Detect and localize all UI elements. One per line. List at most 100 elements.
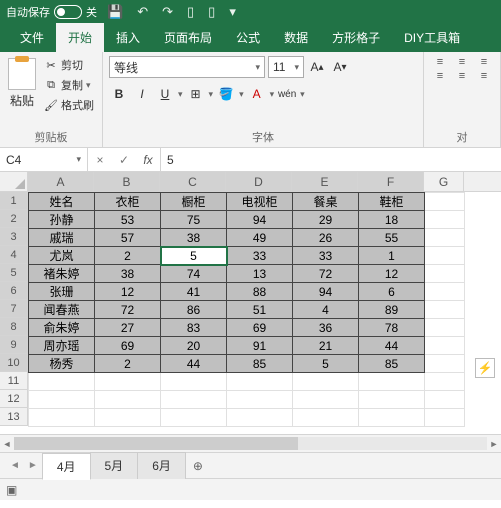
ribbon-tab[interactable]: 公式 xyxy=(224,23,272,52)
cell[interactable] xyxy=(425,355,465,373)
format-painter-button[interactable]: 🖌格式刷 xyxy=(42,96,96,114)
fill-color-button[interactable]: 🪣 xyxy=(216,84,236,104)
autosave-toggle[interactable]: 自动保存 关 xyxy=(6,4,97,20)
cell[interactable]: 69 xyxy=(227,319,293,337)
cell[interactable]: 18 xyxy=(359,211,425,229)
ribbon-tab[interactable]: DIY工具箱 xyxy=(392,23,472,52)
row-header[interactable]: 10 xyxy=(0,354,27,372)
cell[interactable]: 衣柜 xyxy=(95,193,161,211)
ribbon-tab[interactable]: 插入 xyxy=(104,23,152,52)
cell[interactable]: 36 xyxy=(293,319,359,337)
column-header[interactable]: A xyxy=(28,172,94,191)
cell[interactable]: 2 xyxy=(95,355,161,373)
align-middle-icon[interactable]: ≡ xyxy=(452,56,472,68)
cell[interactable] xyxy=(425,265,465,283)
cell[interactable]: 26 xyxy=(293,229,359,247)
cells-table[interactable]: 姓名衣柜橱柜电视柜餐桌鞋柜孙静5375942918戚瑞5738492655尤岚2… xyxy=(28,192,465,427)
increase-font-icon[interactable]: A▴ xyxy=(307,57,327,77)
cell[interactable]: 38 xyxy=(95,265,161,283)
cell[interactable]: 49 xyxy=(227,229,293,247)
cell[interactable] xyxy=(227,409,293,427)
cell[interactable] xyxy=(293,409,359,427)
align-bottom-icon[interactable]: ≡ xyxy=(474,56,494,68)
cell[interactable]: 44 xyxy=(161,355,227,373)
cell[interactable]: 55 xyxy=(359,229,425,247)
cell[interactable]: 44 xyxy=(359,337,425,355)
scroll-left-icon[interactable]: ◄ xyxy=(0,435,14,453)
row-header[interactable]: 5 xyxy=(0,264,27,282)
cell[interactable]: 4 xyxy=(293,301,359,319)
cell[interactable]: 橱柜 xyxy=(161,193,227,211)
bold-button[interactable]: B xyxy=(109,84,129,104)
sheet-tab[interactable]: 5月 xyxy=(90,452,139,479)
cell[interactable] xyxy=(29,391,95,409)
align-top-icon[interactable]: ≡ xyxy=(430,56,450,68)
cell[interactable]: 53 xyxy=(95,211,161,229)
cell[interactable]: 51 xyxy=(227,301,293,319)
cell[interactable]: 38 xyxy=(161,229,227,247)
row-header[interactable]: 2 xyxy=(0,210,27,228)
cell[interactable] xyxy=(293,391,359,409)
cell[interactable]: 91 xyxy=(227,337,293,355)
cell[interactable]: 33 xyxy=(227,247,293,265)
horizontal-scrollbar[interactable]: ◄ ► xyxy=(0,434,501,452)
cell[interactable] xyxy=(425,229,465,247)
cell[interactable] xyxy=(161,391,227,409)
cell[interactable]: 6 xyxy=(359,283,425,301)
cell[interactable] xyxy=(95,391,161,409)
select-all-button[interactable] xyxy=(0,172,28,192)
qat-dropdown-icon[interactable]: ▾ xyxy=(225,4,240,20)
cell[interactable]: 89 xyxy=(359,301,425,319)
qat-icon[interactable]: ▯ xyxy=(204,4,219,20)
cell[interactable]: 41 xyxy=(161,283,227,301)
sheet-tab[interactable]: 4月 xyxy=(42,453,91,480)
italic-button[interactable]: I xyxy=(132,84,152,104)
cell[interactable] xyxy=(161,409,227,427)
new-sheet-button[interactable]: ⊕ xyxy=(185,455,211,477)
fx-icon[interactable]: fx xyxy=(136,153,160,167)
row-header[interactable]: 7 xyxy=(0,300,27,318)
ribbon-tab[interactable]: 数据 xyxy=(272,23,320,52)
column-header[interactable]: B xyxy=(94,172,160,191)
cell[interactable]: 86 xyxy=(161,301,227,319)
cell[interactable] xyxy=(425,211,465,229)
ribbon-tab[interactable]: 页面布局 xyxy=(152,23,224,52)
cell[interactable]: 尤岚 xyxy=(29,247,95,265)
ribbon-tab[interactable]: 文件 xyxy=(8,23,56,52)
cell[interactable] xyxy=(161,373,227,391)
cell[interactable] xyxy=(29,373,95,391)
sheet-tab[interactable]: 6月 xyxy=(137,452,186,479)
cell[interactable] xyxy=(95,409,161,427)
border-button[interactable]: ⊞ xyxy=(186,84,206,104)
cell[interactable]: 20 xyxy=(161,337,227,355)
cell[interactable]: 5 xyxy=(293,355,359,373)
cell[interactable]: 2 xyxy=(95,247,161,265)
ribbon-tab[interactable]: 开始 xyxy=(56,23,104,52)
formula-input[interactable]: 5 xyxy=(161,148,501,171)
cell[interactable] xyxy=(425,391,465,409)
row-header[interactable]: 9 xyxy=(0,336,27,354)
cancel-formula-icon[interactable]: × xyxy=(88,153,112,167)
cell[interactable]: 1 xyxy=(359,247,425,265)
cell[interactable]: 餐桌 xyxy=(293,193,359,211)
cell[interactable]: 88 xyxy=(227,283,293,301)
column-header[interactable]: D xyxy=(226,172,292,191)
record-macro-icon[interactable]: ▣ xyxy=(6,483,17,497)
ribbon-tab[interactable]: 方形格子 xyxy=(320,23,392,52)
name-box[interactable]: C4▾ xyxy=(0,148,88,171)
underline-button[interactable]: U xyxy=(155,84,175,104)
tab-nav-next-icon[interactable]: ► xyxy=(24,460,42,471)
cell[interactable] xyxy=(425,247,465,265)
row-header[interactable]: 13 xyxy=(0,408,27,426)
cell[interactable] xyxy=(293,373,359,391)
qat-icon[interactable]: ▯ xyxy=(183,4,198,20)
cell[interactable]: 83 xyxy=(161,319,227,337)
cell[interactable] xyxy=(425,193,465,211)
cell[interactable]: 69 xyxy=(95,337,161,355)
phonetic-button[interactable]: wén xyxy=(277,84,297,104)
cell[interactable] xyxy=(227,373,293,391)
cell[interactable]: 姓名 xyxy=(29,193,95,211)
undo-icon[interactable]: ↶ xyxy=(133,4,152,20)
cell[interactable]: 78 xyxy=(359,319,425,337)
cell[interactable]: 75 xyxy=(161,211,227,229)
